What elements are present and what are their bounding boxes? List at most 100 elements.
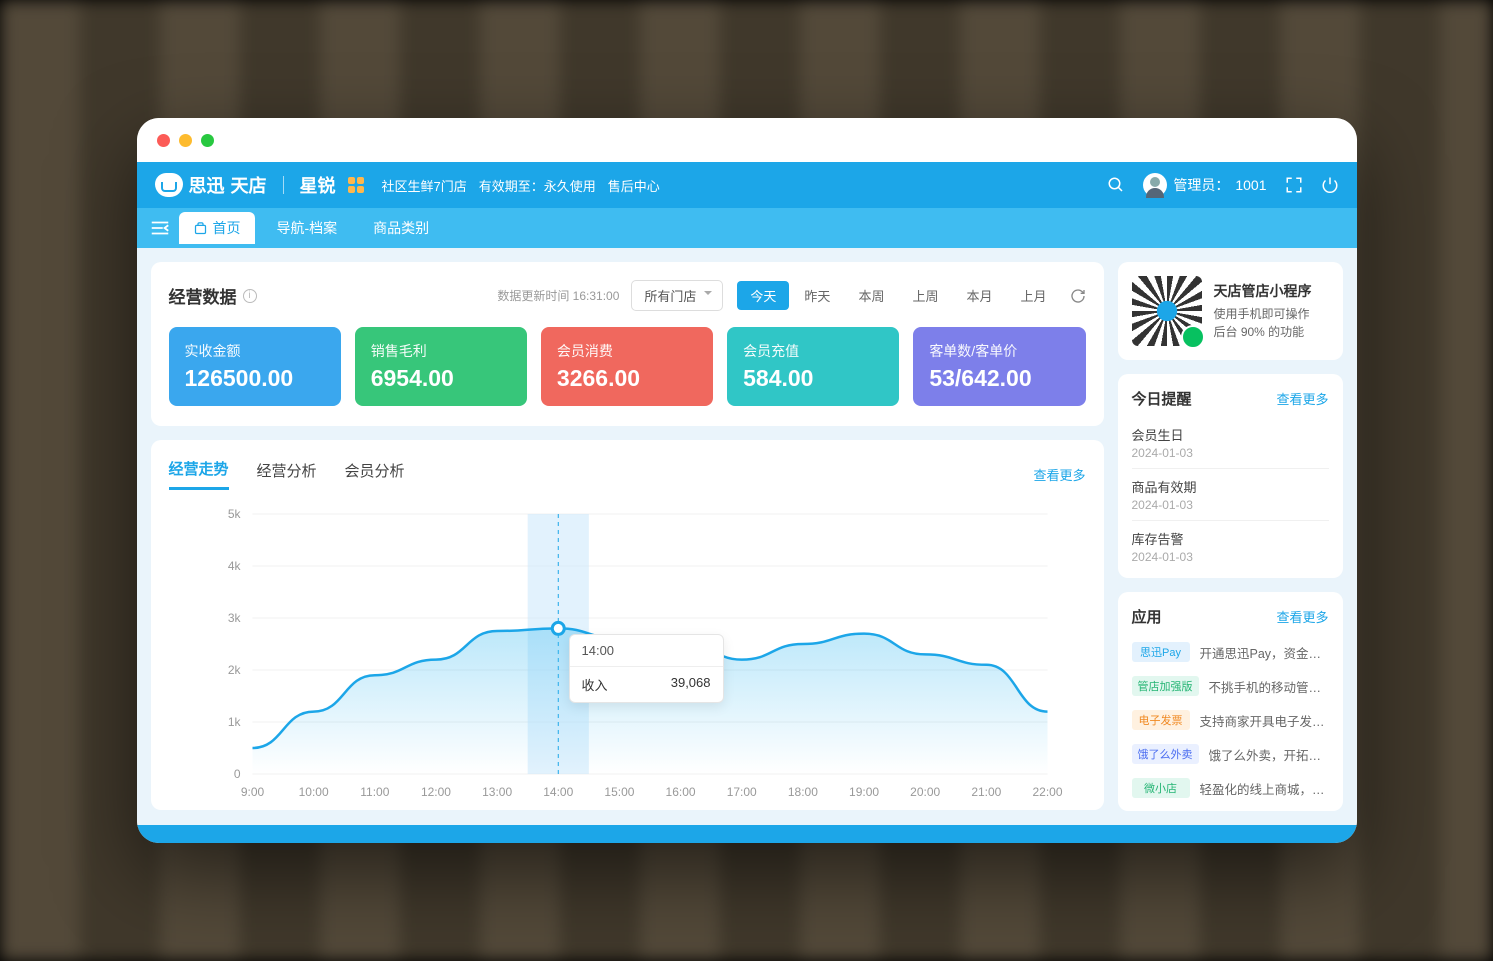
chart-tooltip: 14:00 收入 39,068 (569, 634, 724, 703)
menu-collapse-icon[interactable] (149, 217, 171, 239)
brand-name-1: 思迅 (189, 172, 225, 198)
reminders-title: 今日提醒 (1132, 388, 1192, 409)
range-tab-今天[interactable]: 今天 (737, 281, 789, 310)
app-badge: 饿了么外卖 (1132, 744, 1199, 764)
svg-text:0: 0 (233, 767, 240, 781)
chart-tab-analysis[interactable]: 经营分析 (257, 460, 317, 489)
tab-category[interactable]: 商品类别 (359, 212, 443, 244)
power-icon[interactable] (1321, 176, 1339, 194)
kpi-card[interactable]: 客单数/客单价53/642.00 (913, 327, 1085, 406)
chart-tab-member[interactable]: 会员分析 (345, 460, 405, 489)
app-item[interactable]: 微小店轻盈化的线上商城，… (1132, 771, 1329, 805)
svg-text:20:00: 20:00 (910, 785, 940, 799)
kpi-card[interactable]: 会员消费 3266.00 (541, 327, 713, 406)
main-column: 经营数据 i 数据更新时间 16:31:00 所有门店 今天昨天本周上周本月上月… (151, 262, 1104, 811)
admin-info[interactable]: 管理员：1001 (1143, 173, 1266, 197)
promo-text: 天店管店小程序 使用手机即可操作后台 90% 的功能 (1214, 281, 1312, 341)
promo-card[interactable]: 天店管店小程序 使用手机即可操作后台 90% 的功能 (1118, 262, 1343, 360)
minimize-dot[interactable] (179, 134, 192, 147)
app-item[interactable]: 思迅Pay 开通思迅Pay，资金… (1132, 635, 1329, 669)
kpi-label: 客单数/客单价 (929, 341, 1069, 361)
footer-bar (137, 825, 1357, 843)
side-column: 天店管店小程序 使用手机即可操作后台 90% 的功能 今日提醒 查看更多 会员生… (1118, 262, 1343, 811)
reminder-item[interactable]: 库存告警2024-01-03 (1132, 520, 1329, 572)
reminders-panel: 今日提醒 查看更多 会员生日2024-01-03商品有效期2024-01-03库… (1118, 374, 1343, 578)
kpi-label: 会员消费 (557, 341, 697, 361)
maximize-dot[interactable] (201, 134, 214, 147)
avatar-icon (1143, 173, 1167, 197)
chart-area: 01k2k3k4k5k9:0010:0011:0012:0013:0014:00… (169, 504, 1086, 804)
svg-text:14:00: 14:00 (543, 785, 573, 799)
search-icon[interactable] (1107, 176, 1125, 194)
app-window: 思迅 天店 星锐 社区生鲜7门店 有效期至：永久使用 售后中心 管理员：1001… (137, 118, 1357, 843)
svg-text:11:00: 11:00 (360, 785, 389, 799)
tabbar: 首页 导航-档案 商品类别 (137, 208, 1357, 248)
validity: 有效期至：永久使用 (479, 176, 596, 195)
svg-text:17:00: 17:00 (726, 785, 756, 799)
data-header: 经营数据 i 数据更新时间 16:31:00 所有门店 今天昨天本周上周本月上月 (151, 262, 1104, 321)
app-badge: 思迅Pay (1132, 642, 1190, 662)
kpi-card[interactable]: 会员充值584.00 (727, 327, 899, 406)
app-desc: 支持商家开具电子发… (1200, 711, 1329, 730)
app-desc: 开通思迅Pay，资金… (1200, 643, 1329, 662)
svg-text:5k: 5k (227, 507, 241, 521)
svg-text:10:00: 10:00 (298, 785, 328, 799)
cloud-cart-icon (155, 173, 183, 197)
tab-home[interactable]: 首页 (179, 212, 255, 244)
svg-text:21:00: 21:00 (971, 785, 1001, 799)
kpi-card[interactable]: 销售毛利6954.00 (355, 327, 527, 406)
app-badge: 管店加强版 (1132, 676, 1199, 696)
store-name[interactable]: 社区生鲜7门店 (382, 176, 467, 195)
content: 经营数据 i 数据更新时间 16:31:00 所有门店 今天昨天本周上周本月上月… (137, 248, 1357, 825)
app-desc: 不挑手机的移动管店… (1209, 677, 1329, 696)
kpi-value: 584.00 (743, 365, 883, 392)
info-icon[interactable]: i (243, 289, 257, 303)
svg-text:12:00: 12:00 (420, 785, 450, 799)
app-item[interactable]: 电子发票支持商家开具电子发… (1132, 703, 1329, 737)
mac-traffic-lights (137, 118, 1357, 162)
svg-text:1k: 1k (227, 715, 241, 729)
top-right: 管理员：1001 (1107, 173, 1338, 197)
app-badge: 电子发票 (1132, 710, 1190, 730)
svg-text:9:00: 9:00 (240, 785, 264, 799)
range-tab-上月[interactable]: 上月 (1007, 281, 1059, 310)
brand: 思迅 天店 星锐 (155, 172, 336, 198)
range-tab-昨天[interactable]: 昨天 (791, 281, 843, 310)
svg-text:13:00: 13:00 (482, 785, 512, 799)
close-dot[interactable] (157, 134, 170, 147)
tab-nav-archive[interactable]: 导航-档案 (263, 212, 352, 244)
brand-suffix: 星锐 (300, 172, 336, 198)
apps-grid-icon[interactable] (348, 177, 364, 193)
reminder-item[interactable]: 商品有效期2024-01-03 (1132, 468, 1329, 520)
support-link[interactable]: 售后中心 (608, 176, 660, 195)
app-item[interactable]: 饿了么外卖饿了么外卖，开拓外… (1132, 737, 1329, 771)
svg-text:22:00: 22:00 (1032, 785, 1062, 799)
apps-more[interactable]: 查看更多 (1276, 607, 1328, 626)
store-select[interactable]: 所有门店 (631, 280, 723, 311)
kpi-card[interactable]: 实收金额126500.00 (169, 327, 341, 406)
reminders-more[interactable]: 查看更多 (1276, 389, 1328, 408)
range-tab-本月[interactable]: 本月 (953, 281, 1005, 310)
reminders-list: 会员生日2024-01-03商品有效期2024-01-03库存告警2024-01… (1132, 417, 1329, 572)
refresh-icon[interactable] (1070, 288, 1086, 304)
range-tab-本周[interactable]: 本周 (845, 281, 897, 310)
divider (283, 176, 284, 194)
kpi-value: 126500.00 (185, 365, 325, 392)
top-info: 社区生鲜7门店 有效期至：永久使用 售后中心 (348, 176, 660, 195)
svg-text:2k: 2k (227, 663, 241, 677)
topbar: 思迅 天店 星锐 社区生鲜7门店 有效期至：永久使用 售后中心 管理员：1001 (137, 162, 1357, 208)
chart-tab-trend[interactable]: 经营走势 (169, 458, 229, 490)
fullscreen-icon[interactable] (1285, 176, 1303, 194)
update-time: 数据更新时间 16:31:00 (497, 287, 619, 304)
date-range-tabs: 今天昨天本周上周本月上月 (737, 281, 1059, 310)
reminder-item[interactable]: 会员生日2024-01-03 (1132, 417, 1329, 468)
range-tab-上周[interactable]: 上周 (899, 281, 951, 310)
business-data-card: 经营数据 i 数据更新时间 16:31:00 所有门店 今天昨天本周上周本月上月… (151, 262, 1104, 426)
tooltip-label: 收入 (582, 675, 608, 694)
kpi-value: 3266.00 (557, 365, 697, 392)
kpi-label: 销售毛利 (371, 341, 511, 361)
apps-title: 应用 (1132, 606, 1162, 627)
chart-tabs: 经营走势 经营分析 会员分析 查看更多 (169, 458, 1086, 490)
app-item[interactable]: 管店加强版不挑手机的移动管店… (1132, 669, 1329, 703)
chart-see-more[interactable]: 查看更多 (1033, 465, 1085, 484)
